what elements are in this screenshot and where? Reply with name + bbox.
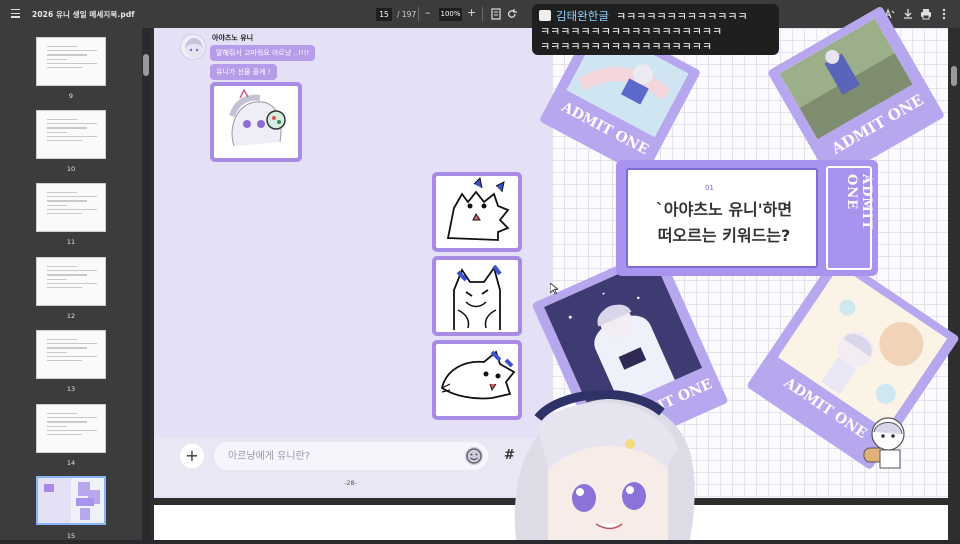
- pdf-toolbar: 2026 유니 생일 메세지북.pdf 15 / 197 – 100% +: [0, 0, 960, 28]
- toolbar-divider: [418, 7, 419, 21]
- question-line: `아야츠노 유니'하면: [655, 200, 793, 219]
- toolbar-divider: [482, 7, 483, 21]
- ticket-stub-vertical: ADMIT ONE: [826, 166, 874, 270]
- page-thumbnail[interactable]: [36, 183, 106, 232]
- chat-username: 김태완한글: [556, 9, 609, 23]
- chat-bubble: 말해줘서 고마워요 아르냥 ..!!!!: [210, 45, 316, 61]
- rotate-icon[interactable]: [506, 8, 518, 20]
- page-thumbnail-current[interactable]: [36, 476, 106, 525]
- live-chat-overlay: 김태완한글 ㅋㅋㅋㅋㅋㅋㅋㅋㅋㅋㅋㅋㅋ ㅋㅋㅋㅋㅋㅋㅋㅋㅋㅋㅋㅋㅋㅋㅋㅋㅋㅋ ㅋ…: [532, 4, 779, 55]
- fit-page-icon[interactable]: [490, 8, 502, 20]
- chat-message: ㅋㅋㅋㅋㅋㅋㅋㅋㅋㅋㅋㅋㅋ: [616, 10, 748, 23]
- thumbnail-label: 13: [66, 385, 76, 393]
- sender-name: 아야츠노 유니: [212, 34, 254, 42]
- zoom-in-button[interactable]: +: [467, 6, 476, 19]
- viewer-scrollbar[interactable]: [951, 66, 957, 86]
- question-number: 01: [705, 184, 714, 192]
- question-box: `아야츠노 유니'하면 떠오르는 키워드는?: [626, 168, 818, 268]
- ticket-admit-label: ADMIT ONE: [844, 174, 874, 231]
- sticker-image: [432, 172, 522, 252]
- chat-message: ㅋㅋㅋㅋㅋㅋㅋㅋㅋㅋㅋㅋㅋㅋㅋㅋㅋ: [540, 40, 713, 53]
- sticker-image: [432, 256, 522, 336]
- thumbnail-label: 10: [66, 165, 76, 173]
- thumbnail-label: 11: [66, 238, 76, 246]
- mouse-cursor-icon: [549, 280, 560, 295]
- page-thumbnail[interactable]: [36, 37, 106, 86]
- chibi-sticker: [862, 412, 910, 472]
- more-options-icon[interactable]: [938, 8, 950, 20]
- zoom-level-input[interactable]: 100%: [439, 8, 462, 21]
- print-icon[interactable]: [920, 8, 932, 20]
- streamer-avatar: [508, 388, 698, 540]
- menu-icon[interactable]: [11, 9, 20, 18]
- chat-badge-icon: [539, 10, 551, 21]
- thumbnail-label: 12: [66, 312, 76, 320]
- thumbnail-label: 15: [66, 532, 76, 540]
- emoji-icon[interactable]: [465, 447, 483, 465]
- chat-message-input[interactable]: [214, 442, 488, 470]
- page-thumbnail[interactable]: [36, 110, 106, 159]
- page-number: -28-: [344, 479, 357, 487]
- add-attachment-button[interactable]: +: [180, 444, 204, 468]
- thumbnail-label: 9: [68, 92, 74, 100]
- sticker-image: [210, 82, 302, 162]
- sender-avatar: [180, 34, 206, 60]
- chat-bubble: 유니가 선물 줄게 !: [210, 64, 277, 80]
- thumbnail-label: 14: [66, 459, 76, 467]
- download-icon[interactable]: [902, 8, 914, 20]
- chat-message: ㅋㅋㅋㅋㅋㅋㅋㅋㅋㅋㅋㅋㅋㅋㅋㅋㅋㅋ: [540, 25, 723, 38]
- page-thumbnail[interactable]: [36, 330, 106, 379]
- sidebar-scrollbar[interactable]: [143, 54, 149, 76]
- question-line: 떠오르는 키워드는?: [657, 226, 791, 245]
- page-number-input[interactable]: 15: [376, 8, 392, 21]
- document-title: 2026 유니 생일 메세지북.pdf: [32, 10, 135, 19]
- page-total: / 197: [397, 10, 417, 19]
- zoom-out-button[interactable]: –: [425, 6, 431, 19]
- page-thumbnail[interactable]: [36, 404, 106, 453]
- page-thumbnail[interactable]: [36, 257, 106, 306]
